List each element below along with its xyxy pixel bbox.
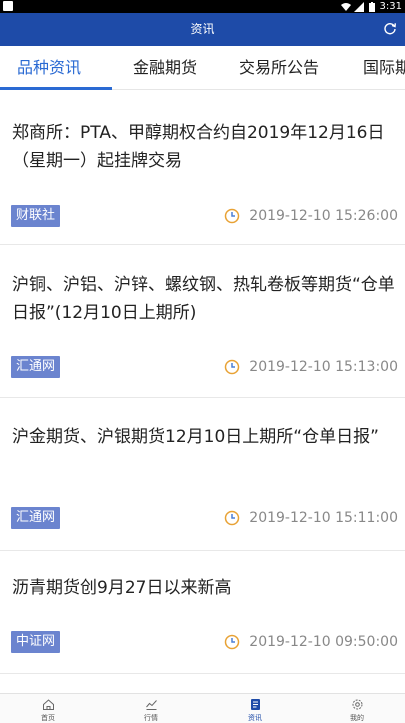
nav-home[interactable]: 首页 bbox=[18, 694, 78, 723]
news-item[interactable]: 沥青期货创9月27日以来新高 中证网 2019-12-10 09:50:00 bbox=[0, 551, 405, 674]
nav-label: 我的 bbox=[350, 714, 364, 722]
news-icon bbox=[251, 699, 260, 710]
publish-time: 2019-12-10 15:11:00 bbox=[249, 510, 398, 526]
tab-financial-futures[interactable]: 金融期货 bbox=[133, 46, 197, 89]
nav-market[interactable]: 行情 bbox=[121, 694, 181, 723]
app-bar: 资讯 bbox=[0, 13, 405, 46]
clock-icon bbox=[224, 359, 240, 375]
news-title: 沪铜、沪铝、沪锌、螺纹钢、热轧卷板等期货“仓单日报”(12月10日上期所) bbox=[12, 275, 395, 323]
status-time: 3:31 bbox=[379, 1, 402, 12]
source-badge: 汇通网 bbox=[11, 507, 61, 529]
status-bar: 3:31 bbox=[0, 0, 405, 13]
page-title: 资讯 bbox=[190, 22, 215, 36]
tab-variety-news[interactable]: 品种资讯 bbox=[17, 46, 81, 89]
signal-icon bbox=[353, 1, 364, 12]
battery-icon bbox=[368, 1, 375, 12]
news-title: 沪金期货、沪银期货12月10日上期所“仓单日报” bbox=[12, 427, 379, 447]
active-tab-indicator bbox=[0, 87, 112, 90]
notification-icon bbox=[3, 1, 13, 11]
tab-exchange-announcements[interactable]: 交易所公告 bbox=[239, 46, 319, 89]
source-badge: 中证网 bbox=[11, 631, 61, 653]
publish-time: 2019-12-10 15:26:00 bbox=[249, 208, 398, 224]
wifi-icon bbox=[340, 2, 351, 11]
status-icons: 3:31 bbox=[340, 0, 402, 13]
news-title: 沥青期货创9月27日以来新高 bbox=[12, 578, 232, 598]
source-badge: 财联社 bbox=[11, 205, 61, 227]
nav-label: 资讯 bbox=[248, 714, 262, 722]
publish-time: 2019-12-10 09:50:00 bbox=[249, 634, 398, 650]
category-tabs: 品种资讯 金融期货 交易所公告 国际期 bbox=[0, 46, 405, 90]
settings-icon bbox=[352, 699, 363, 710]
news-item[interactable]: 沪铜、沪铝、沪锌、螺纹钢、热轧卷板等期货“仓单日报”(12月10日上期所) 汇通… bbox=[0, 245, 405, 398]
source-badge: 汇通网 bbox=[11, 356, 61, 378]
clock-icon bbox=[224, 634, 240, 650]
news-title: 郑商所：PTA、甲醇期权合约自2019年12月16日（星期一）起挂牌交易 bbox=[12, 123, 385, 171]
nav-label: 行情 bbox=[144, 714, 158, 722]
nav-label: 首页 bbox=[41, 714, 55, 722]
clock-icon bbox=[224, 510, 240, 526]
home-icon bbox=[43, 699, 54, 710]
nav-mine[interactable]: 我的 bbox=[327, 694, 387, 723]
clock-icon bbox=[224, 208, 240, 224]
news-item[interactable]: 郑商所：PTA、甲醇期权合约自2019年12月16日（星期一）起挂牌交易 财联社… bbox=[0, 91, 405, 245]
news-item[interactable]: 沪金期货、沪银期货12月10日上期所“仓单日报” 汇通网 2019-12-10 … bbox=[0, 398, 405, 551]
refresh-icon[interactable] bbox=[383, 22, 397, 36]
bottom-nav: 首页 行情 资讯 我的 bbox=[0, 693, 405, 723]
tab-international[interactable]: 国际期 bbox=[363, 46, 405, 89]
chart-icon bbox=[146, 700, 157, 710]
nav-news[interactable]: 资讯 bbox=[225, 694, 285, 723]
publish-time: 2019-12-10 15:13:00 bbox=[249, 359, 398, 375]
